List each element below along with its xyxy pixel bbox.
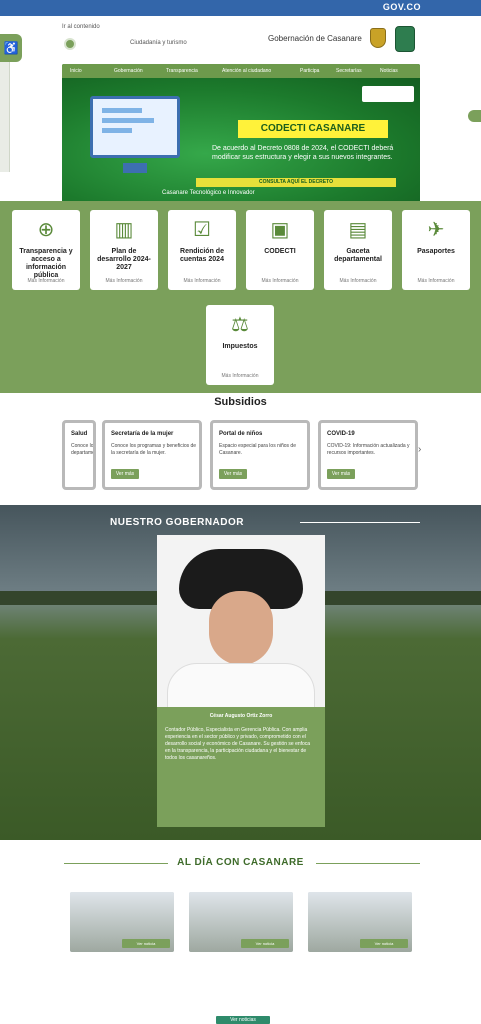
governor-section-title: NUESTRO GOBERNADOR: [110, 517, 245, 528]
gov-co-logo[interactable]: GOV.CO: [383, 2, 421, 12]
banner-description: De acuerdo al Decreto 0808 de 2024, el C…: [212, 145, 394, 161]
nav-item[interactable]: Secretarías: [336, 68, 362, 74]
service-card-plan[interactable]: ▥ Plan de desarrollo 2024-2027 Más Infor…: [90, 210, 158, 290]
chip-icon: ▣: [270, 219, 290, 241]
book-icon: ▤: [348, 219, 368, 241]
banner-logos: [362, 86, 414, 102]
service-card-codecti[interactable]: ▣ CODECTI Más Información: [246, 210, 314, 290]
main-nav: Inicio Gobernación Transparencia Atenció…: [62, 64, 420, 78]
news-card[interactable]: Ver noticia: [189, 892, 293, 952]
governor-card: César Augusto Ortiz Zorro Contador Públi…: [157, 535, 325, 827]
subsidies-title: Subsidios: [214, 396, 267, 408]
site-header: Ir al contenido Ciudadanía y turismo Gob…: [0, 16, 481, 62]
nav-item[interactable]: Inicio: [70, 68, 82, 74]
governor-photo: [157, 535, 325, 707]
banner-image: CODECTI CASANARE De acuerdo al Decreto 0…: [62, 78, 420, 204]
news-card[interactable]: Ver noticia: [308, 892, 412, 952]
governor-bio: Contador Público, Especialista en Gerenc…: [165, 727, 311, 761]
nav-item[interactable]: Gobernación: [114, 68, 143, 74]
subsidy-card[interactable]: Salud Conoce los servicios de salud del …: [62, 420, 96, 490]
colombia-shield-icon: [370, 28, 386, 48]
service-card-transparencia[interactable]: ⊕ Transparencia y acceso a información p…: [12, 210, 80, 290]
subsidy-button[interactable]: Ver más: [327, 469, 355, 479]
news-tag[interactable]: Ver noticia: [122, 939, 170, 948]
skip-content-link[interactable]: Ir al contenido: [62, 24, 100, 30]
governor-section: NUESTRO GOBERNADOR César Augusto Ortiz Z…: [0, 505, 481, 840]
menu-toggle-icon[interactable]: [64, 38, 76, 50]
banner-title: CODECTI CASANARE: [238, 120, 388, 138]
nav-item[interactable]: Transparencia: [166, 68, 198, 74]
carousel-next-icon[interactable]: ›: [418, 444, 421, 455]
nav-item[interactable]: Participa: [300, 68, 319, 74]
hero-banner[interactable]: Inicio Gobernación Transparencia Atenció…: [62, 64, 420, 204]
check-doc-icon: ☑: [193, 219, 211, 241]
chat-icon[interactable]: [468, 110, 481, 122]
magnifier-plus-icon: ⊕: [37, 219, 55, 241]
subsidy-card[interactable]: COVID-19 COVID-19: Información actualiza…: [318, 420, 418, 490]
services-section: ✈ Pasaportes Más Información ▤ Gaceta de…: [0, 201, 481, 393]
news-section-title: AL DÍA CON CASANARE: [177, 857, 304, 868]
banner-strip[interactable]: CONSULTA AQUÍ EL DECRETO: [196, 178, 396, 187]
airplane-icon: ✈: [427, 219, 445, 241]
service-card-impuestos[interactable]: ⚖ Impuestos Más Información: [206, 305, 274, 385]
title-divider: [300, 522, 420, 523]
computer-illustration-icon: [90, 96, 180, 173]
gov-topbar: GOV.CO: [0, 0, 481, 16]
subsidy-card[interactable]: Portal de niños Espacio especial para lo…: [210, 420, 310, 490]
subsidy-button[interactable]: Ver más: [111, 469, 139, 479]
citizen-link[interactable]: Ciudadanía y turismo: [130, 40, 188, 50]
nav-item[interactable]: Noticias: [380, 68, 398, 74]
news-tag[interactable]: Ver noticia: [241, 939, 289, 948]
news-tag[interactable]: Ver noticia: [360, 939, 408, 948]
service-card-gaceta[interactable]: ▤ Gaceta departamental Más Información: [324, 210, 392, 290]
nav-item[interactable]: Atención al ciudadano: [222, 68, 271, 74]
subsidy-card[interactable]: Secretaría de la mujer Conoce los progra…: [102, 420, 202, 490]
side-accessibility-panel: [0, 62, 10, 172]
scales-icon: ⚖: [231, 314, 249, 336]
banner-tagline: Casanare Tecnológico e Innovador: [162, 190, 255, 196]
news-card[interactable]: Ver noticia: [70, 892, 174, 952]
service-card-rendicion[interactable]: ☑ Rendición de cuentas 2024 Más Informac…: [168, 210, 236, 290]
service-card-pasaportes[interactable]: ✈ Pasaportes Más Información: [402, 210, 470, 290]
casanare-emblem-icon: [395, 26, 415, 52]
subsidy-button[interactable]: Ver más: [219, 469, 247, 479]
governor-name: César Augusto Ortiz Zorro: [209, 713, 273, 719]
more-news-button[interactable]: Ver noticias: [216, 1016, 270, 1024]
brand-name[interactable]: Gobernación de Casanare: [268, 34, 362, 43]
notebook-icon: ▥: [114, 219, 134, 241]
